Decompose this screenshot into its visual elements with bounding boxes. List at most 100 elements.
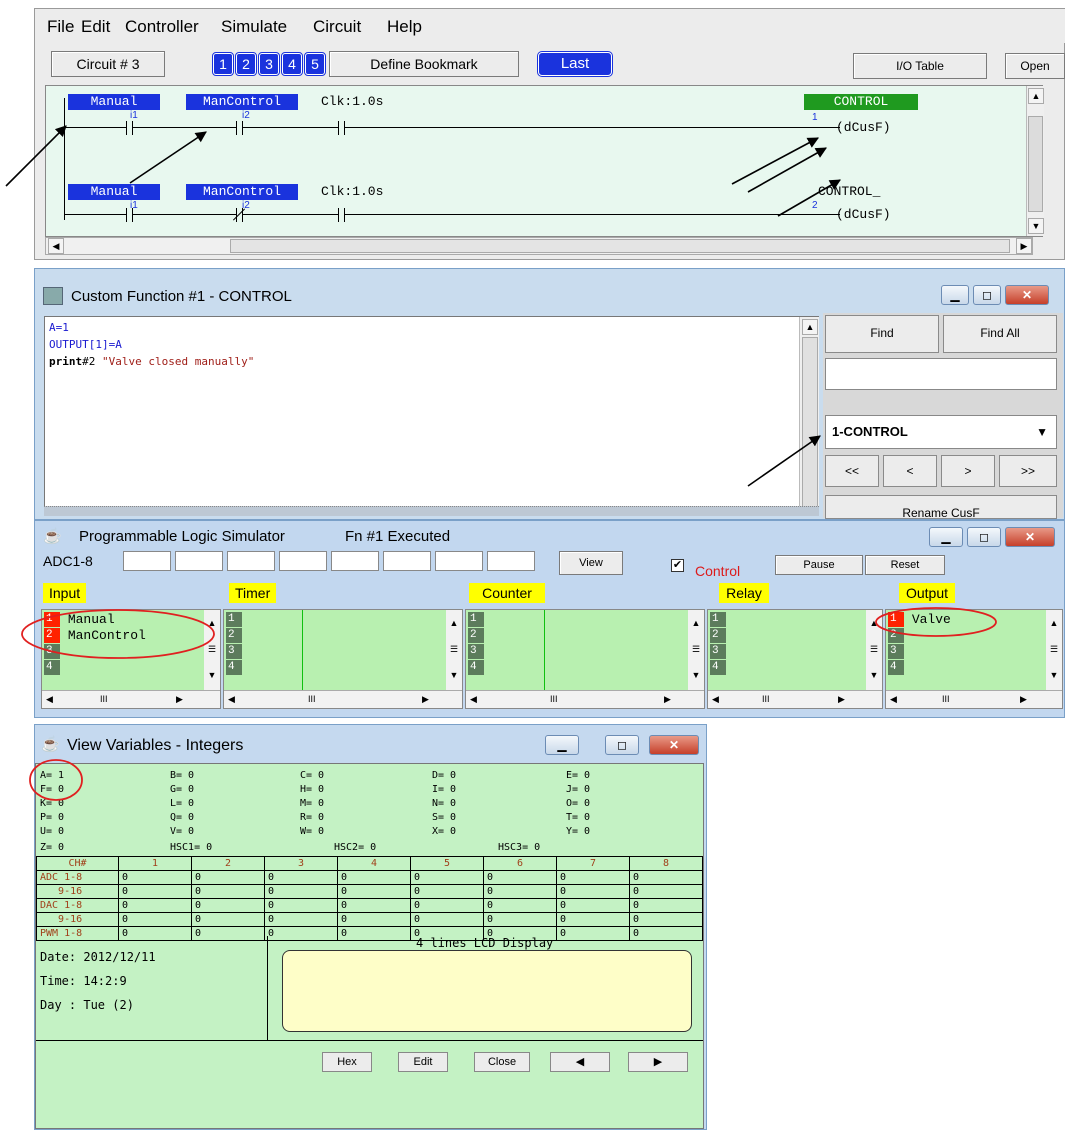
horizontal-scrollbar[interactable]: ◀ III ▶ — [42, 690, 220, 708]
adc-input-1[interactable] — [123, 551, 171, 571]
close-icon[interactable]: ✕ — [1005, 285, 1049, 305]
vertical-scrollbar[interactable]: ▲ ☰ ▼ — [688, 610, 704, 690]
last-function-button[interactable]: >> — [999, 455, 1057, 487]
contact-tag-mancontrol[interactable]: ManControl — [186, 184, 298, 200]
list-item[interactable]: 3 — [710, 644, 726, 660]
vertical-scrollbar[interactable]: ▲ ☰ ▼ — [446, 610, 462, 690]
coil-tag-control[interactable]: CONTROL_ — [818, 184, 932, 199]
adc-input-6[interactable] — [383, 551, 431, 571]
close-icon[interactable]: ✕ — [649, 735, 699, 755]
control-checkbox[interactable]: ✔ — [671, 559, 684, 572]
define-bookmark-button[interactable]: Define Bookmark — [329, 51, 519, 77]
scroll-up-icon[interactable]: ▲ — [802, 319, 818, 335]
circuit-selector[interactable]: Circuit # 3 — [51, 51, 165, 77]
find-button[interactable]: Find — [825, 315, 939, 353]
coil-function[interactable]: (dCusF) — [836, 120, 891, 135]
scroll-down-icon[interactable]: ▼ — [1028, 218, 1044, 234]
adc-input-2[interactable] — [175, 551, 223, 571]
scroll-left-icon[interactable]: ◀ — [470, 694, 477, 705]
ladder-diagram[interactable]: Manual ManControl Clk:1.0s CONTROL i1 i2… — [45, 85, 1044, 237]
scroll-thumb[interactable] — [1028, 116, 1043, 212]
rename-cusf-button[interactable]: Rename CusF — [825, 495, 1057, 520]
list-item[interactable]: 2 — [226, 628, 242, 644]
splitter[interactable] — [44, 506, 819, 516]
counter-list[interactable]: 1 2 3 4 ▲ ☰ ▼ ◀ III ▶ — [465, 609, 705, 709]
list-item[interactable]: 3 — [44, 644, 60, 660]
scroll-thumb[interactable] — [802, 337, 818, 511]
list-item[interactable]: 2 — [468, 628, 484, 644]
next-icon[interactable]: ▶ — [628, 1052, 688, 1072]
list-item[interactable]: 1 — [468, 612, 484, 628]
contact-tag-mancontrol[interactable]: ManControl — [186, 94, 298, 110]
horizontal-scrollbar[interactable]: ◀ III ▶ — [466, 690, 704, 708]
pause-button[interactable]: Pause — [775, 555, 863, 575]
list-item[interactable]: 2 — [888, 628, 904, 644]
coil-function[interactable]: (dCusF) — [836, 207, 891, 222]
previous-icon[interactable]: ◀ — [550, 1052, 610, 1072]
scroll-right-icon[interactable]: ▶ — [176, 694, 183, 705]
scroll-left-icon[interactable]: ◀ — [712, 694, 719, 705]
scroll-right-icon[interactable]: ▶ — [1020, 694, 1027, 705]
vertical-scrollbar[interactable]: ▲ ☰ ▼ — [204, 610, 220, 690]
bookmark-5-button[interactable]: 5 — [304, 52, 326, 76]
contact-tag-manual[interactable]: Manual — [68, 94, 160, 110]
vertical-scrollbar[interactable]: ▲ ▼ — [1026, 86, 1044, 236]
menu-file[interactable]: File — [47, 17, 74, 37]
bookmark-1-button[interactable]: 1 — [212, 52, 234, 76]
find-all-button[interactable]: Find All — [943, 315, 1057, 353]
scroll-left-icon[interactable]: ◀ — [890, 694, 897, 705]
bookmark-3-button[interactable]: 3 — [258, 52, 280, 76]
horizontal-scrollbar[interactable]: ◀ III ▶ — [708, 690, 882, 708]
io-table-button[interactable]: I/O Table — [853, 53, 987, 79]
maximize-icon[interactable]: ◻ — [967, 527, 1001, 547]
adc-input-4[interactable] — [279, 551, 327, 571]
minimize-icon[interactable]: ▁ — [929, 527, 963, 547]
scroll-left-icon[interactable]: ◀ — [48, 238, 64, 254]
vertical-scrollbar[interactable]: ▲ — [799, 317, 819, 515]
next-button[interactable]: > — [941, 455, 995, 487]
reset-button[interactable]: Reset — [865, 555, 945, 575]
menu-circuit[interactable]: Circuit — [313, 17, 361, 37]
list-item[interactable]: 4 — [226, 660, 242, 676]
input-list[interactable]: 1 Manual 2 ManControl 3 4 ▲ ☰ ▼ ◀ III ▶ — [41, 609, 221, 709]
relay-list[interactable]: 1 2 3 4 ▲ ☰ ▼ ◀ III ▶ — [707, 609, 883, 709]
last-button[interactable]: Last — [537, 51, 613, 77]
list-item[interactable]: 3 — [468, 644, 484, 660]
list-item[interactable]: 2 ManControl — [44, 628, 146, 644]
menu-help[interactable]: Help — [387, 17, 422, 37]
minimize-icon[interactable]: ▁ — [941, 285, 969, 305]
list-item[interactable]: 1 Valve — [888, 612, 951, 628]
scroll-right-icon[interactable]: ▶ — [838, 694, 845, 705]
code-editor[interactable]: A=1 OUTPUT[1]=A print#2 "Valve closed ma… — [44, 316, 819, 516]
minimize-icon[interactable]: ▁ — [545, 735, 579, 755]
vertical-scrollbar[interactable]: ▲ ☰ ▼ — [866, 610, 882, 690]
list-item[interactable]: 1 Manual — [44, 612, 115, 628]
scroll-thumb[interactable]: III — [308, 694, 316, 704]
first-button[interactable]: << — [825, 455, 879, 487]
menu-controller[interactable]: Controller — [125, 17, 199, 37]
menu-edit[interactable]: Edit — [81, 17, 110, 37]
scroll-thumb[interactable]: III — [942, 694, 950, 704]
bookmark-4-button[interactable]: 4 — [281, 52, 303, 76]
scroll-right-icon[interactable]: ▶ — [422, 694, 429, 705]
close-icon[interactable]: ✕ — [1005, 527, 1055, 547]
output-list[interactable]: 1 Valve 2 3 4 ▲ ☰ ▼ ◀ III ▶ — [885, 609, 1063, 709]
list-item[interactable]: 1 — [710, 612, 726, 628]
adc-input-8[interactable] — [487, 551, 535, 571]
edit-button[interactable]: Edit — [398, 1052, 448, 1072]
scroll-right-icon[interactable]: ▶ — [1016, 238, 1032, 254]
scroll-thumb[interactable]: III — [100, 694, 108, 704]
view-button[interactable]: View — [559, 551, 623, 575]
scroll-thumb[interactable]: III — [550, 694, 558, 704]
list-item[interactable]: 3 — [888, 644, 904, 660]
list-item[interactable]: 4 — [468, 660, 484, 676]
horizontal-scrollbar[interactable]: ◀ III ▶ — [886, 690, 1062, 708]
scroll-thumb[interactable]: III — [762, 694, 770, 704]
scroll-left-icon[interactable]: ◀ — [46, 694, 53, 705]
list-item[interactable]: 4 — [710, 660, 726, 676]
horizontal-scrollbar[interactable]: ◀ III ▶ — [224, 690, 462, 708]
scroll-right-icon[interactable]: ▶ — [664, 694, 671, 705]
adc-input-5[interactable] — [331, 551, 379, 571]
chevron-down-icon[interactable]: ▼ — [1036, 416, 1048, 448]
maximize-icon[interactable]: ◻ — [605, 735, 639, 755]
